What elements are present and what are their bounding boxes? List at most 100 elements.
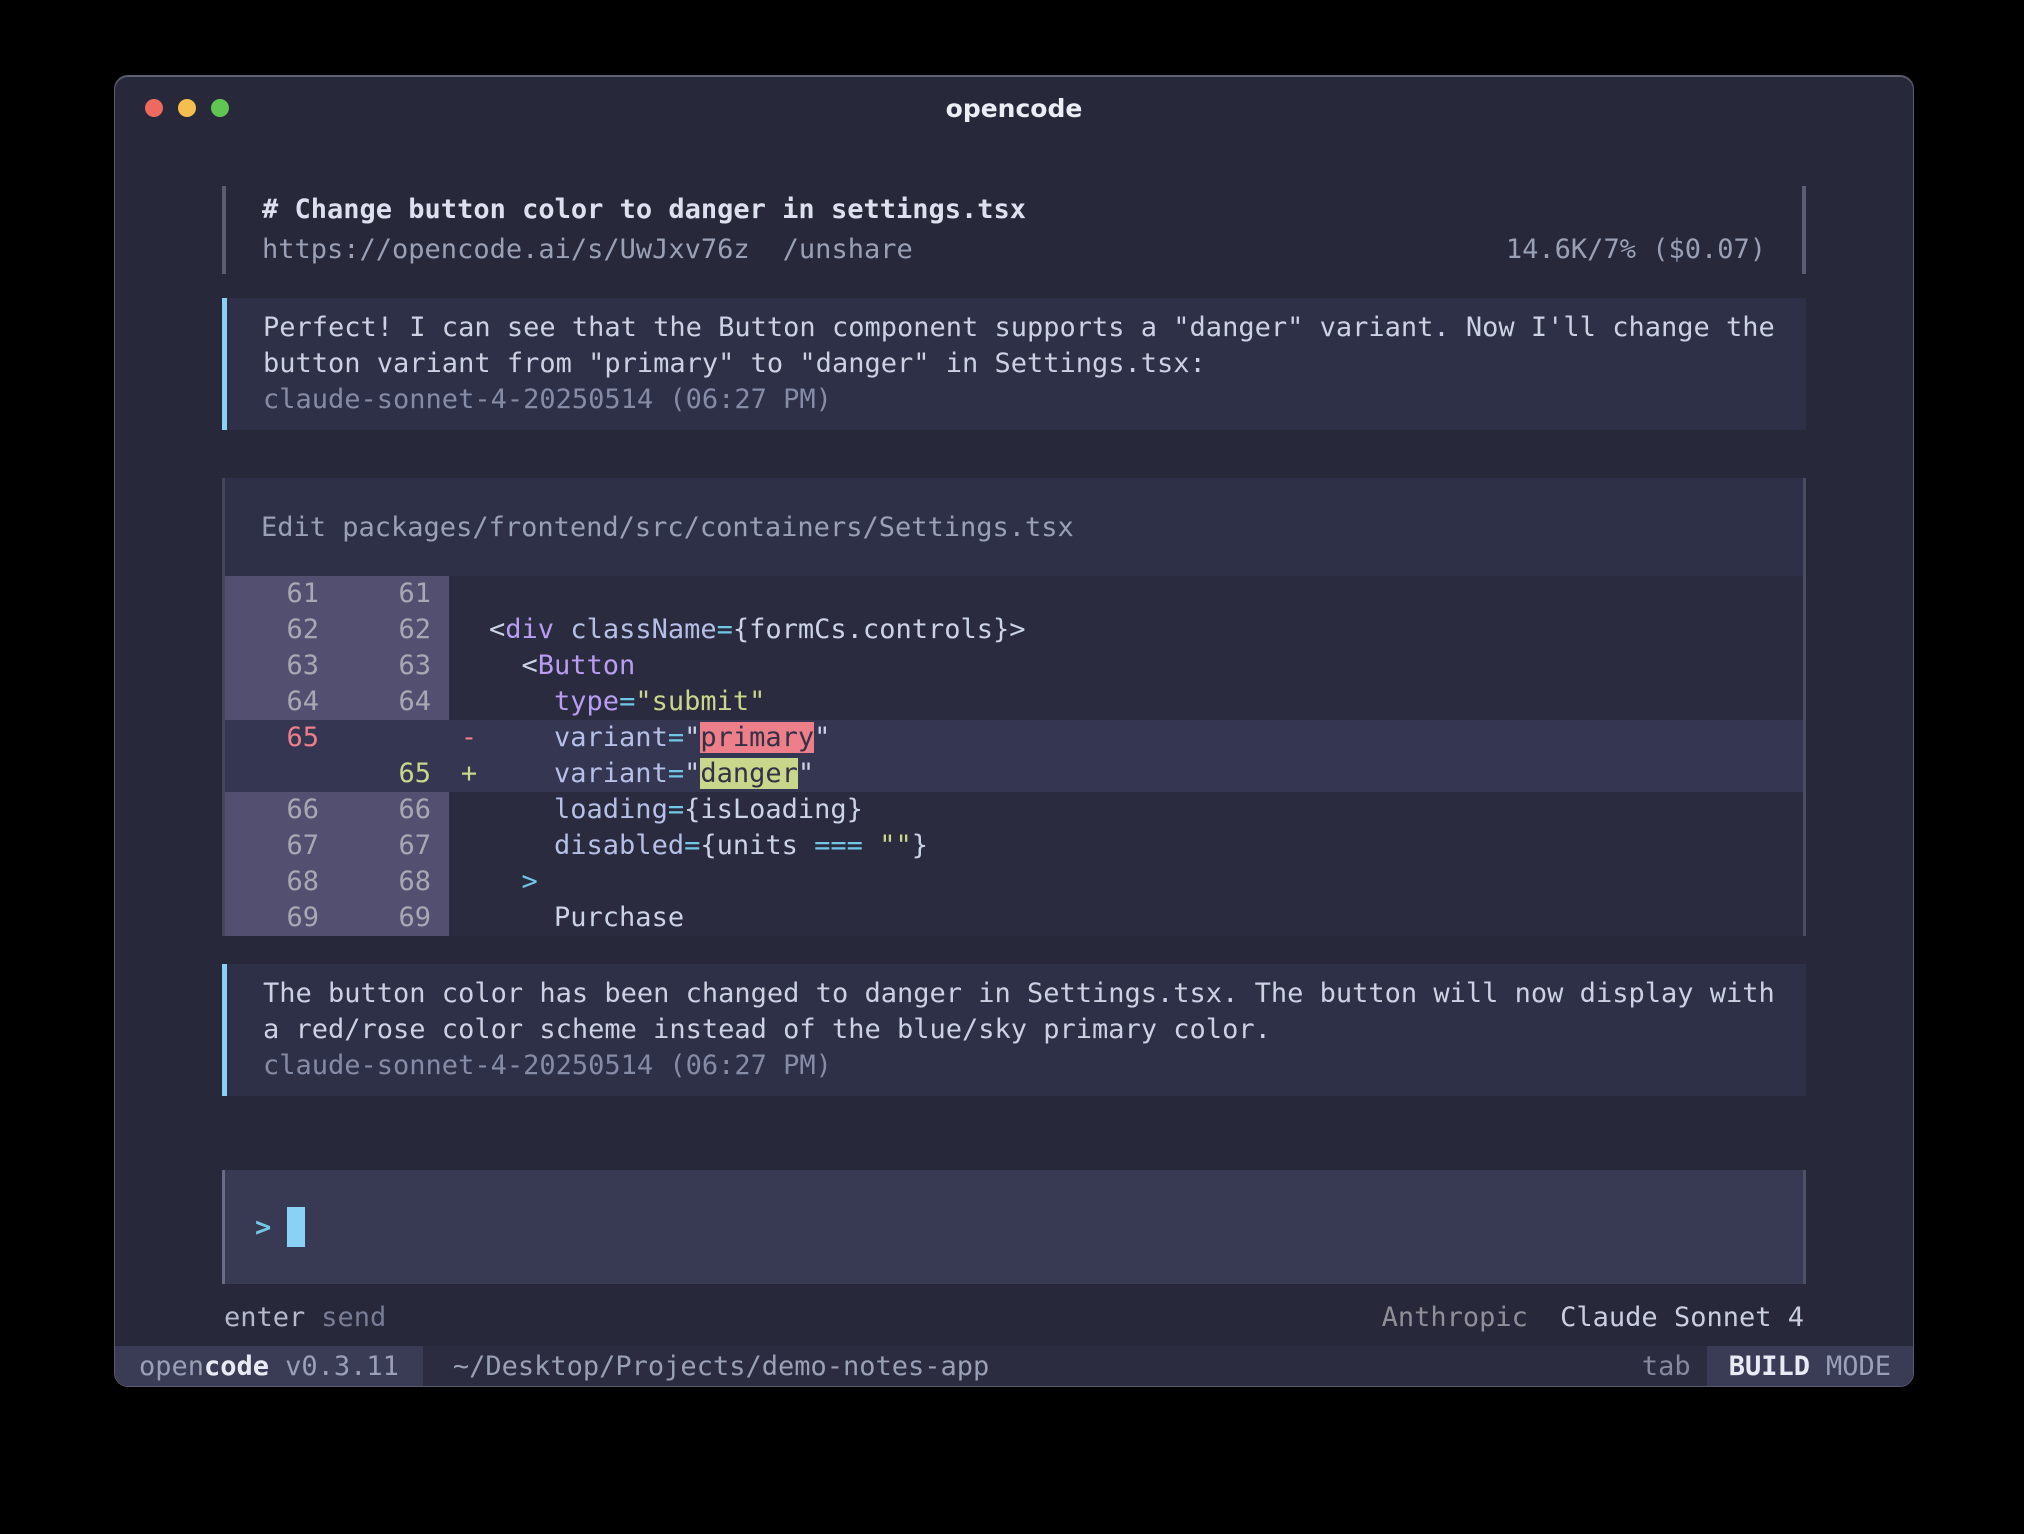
diff-marker: + [449,756,489,792]
app-version-chip: opencode v0.3.11 [115,1346,423,1386]
diff-rows: 61616262<div className={formCs.controls}… [225,576,1803,936]
diff-row: 6666 loading={isLoading} [225,792,1803,828]
prompt-chevron: > [255,1212,271,1243]
code-token: disabled [554,830,684,861]
mode-name: BUILD [1729,1351,1810,1382]
code-token [489,830,554,861]
code-token: "" [879,830,912,861]
code-token: primary [700,722,814,753]
diff-marker [449,828,489,864]
code-token [489,866,522,897]
code-token: < [489,614,505,645]
unshare-command[interactable]: /unshare [783,230,913,270]
line-number-new: 67 [337,828,449,864]
tab-key-hint: tab [1642,1351,1691,1382]
app-name-regular: open [139,1351,204,1382]
diff-row: 6868 > [225,864,1803,900]
code-token: = [684,830,700,861]
diff-marker [449,684,489,720]
diff-marker [449,576,489,612]
message-line: Perfect! I can see that the Button compo… [263,310,1770,346]
diff-row: 6262 <div className={formCs.controls}> [225,612,1803,648]
line-number-new: 63 [337,648,449,684]
diff-marker [449,648,489,684]
diff-code-line: disabled={units === ""} [489,828,1803,864]
share-url-link[interactable]: https://opencode.ai/s/UwJxv76z [262,230,750,270]
code-token: = [717,614,733,645]
line-number-old: 65 [225,720,337,756]
code-token: " [798,758,814,789]
content: # Change button color to danger in setti… [222,140,1806,1336]
code-token: = [619,686,635,717]
message-line: a red/rose color scheme instead of the b… [263,1012,1770,1048]
titlebar: opencode [115,76,1913,140]
code-token [863,830,879,861]
diff-row: 6767 disabled={units === ""} [225,828,1803,864]
code-token: className [570,614,716,645]
code-token: = [668,794,684,825]
line-number-new: 68 [337,864,449,900]
diff-code-line: Purchase [489,900,1803,936]
diff-marker: - [449,720,489,756]
line-number-old: 69 [225,900,337,936]
code-token: < [489,650,538,681]
working-directory: ~/Desktop/Projects/demo-notes-app [453,1351,989,1382]
code-token: variant [554,758,668,789]
text-cursor [287,1207,305,1247]
code-token [489,902,554,933]
model-label[interactable]: Claude Sonnet 4 [1560,1302,1804,1333]
line-number-new: 62 [337,612,449,648]
assistant-message: The button color has been changed to dan… [222,964,1806,1096]
code-token: " [684,758,700,789]
diff-code-line: <div className={formCs.controls}> [489,612,1803,648]
mode-suffix: MODE [1826,1351,1891,1382]
message-meta: claude-sonnet-4-20250514 (06:27 PM) [263,1048,1770,1084]
message-line: button variant from "primary" to "danger… [263,346,1770,382]
code-token: type [554,686,619,717]
line-number-new: 61 [337,576,449,612]
diff-marker [449,612,489,648]
token-cost-stats: 14.6K/7% ($0.07) [1506,230,1766,270]
code-token: > [522,866,538,897]
diff-code-line: variant="danger" [489,756,1803,792]
line-number-old: 62 [225,612,337,648]
line-number-new: 69 [337,900,449,936]
send-action-hint: send [321,1300,386,1336]
edit-tool-panel: Edit packages/frontend/src/containers/Se… [222,478,1806,936]
line-number-old: 68 [225,864,337,900]
code-token: } [912,830,928,861]
diff-row: 65- variant="primary" [225,720,1803,756]
code-token: Purchase [554,902,684,933]
code-token: Button [538,650,636,681]
app-name-bold: code [204,1351,269,1382]
line-number-new: 65 [337,756,449,792]
assistant-message: Perfect! I can see that the Button compo… [222,298,1806,430]
app-version: v0.3.11 [285,1351,399,1382]
code-token: {isLoading} [684,794,863,825]
diff-row: 6969 Purchase [225,900,1803,936]
line-number-old [225,756,337,792]
line-number-old: 61 [225,576,337,612]
prompt-input[interactable]: > [222,1170,1806,1284]
mode-toggle-chip[interactable]: BUILD MODE [1707,1346,1913,1386]
line-number-old: 66 [225,792,337,828]
code-token: === [814,830,863,861]
diff-code-line: variant="primary" [489,720,1803,756]
code-token: div [505,614,554,645]
code-token: danger [700,758,798,789]
window-title: opencode [115,94,1913,123]
code-token: {formCs.controls} [733,614,1009,645]
code-token: variant [554,722,668,753]
code-token: = [668,722,684,753]
line-number-old: 63 [225,648,337,684]
diff-code-line: loading={isLoading} [489,792,1803,828]
code-token [489,758,554,789]
code-token [489,722,554,753]
code-token: " [814,722,830,753]
provider-label: Anthropic [1382,1302,1528,1333]
line-number-new: 64 [337,684,449,720]
line-number-new: 66 [337,792,449,828]
code-token: " [684,722,700,753]
line-number-new [337,720,449,756]
diff-row: 65+ variant="danger" [225,756,1803,792]
